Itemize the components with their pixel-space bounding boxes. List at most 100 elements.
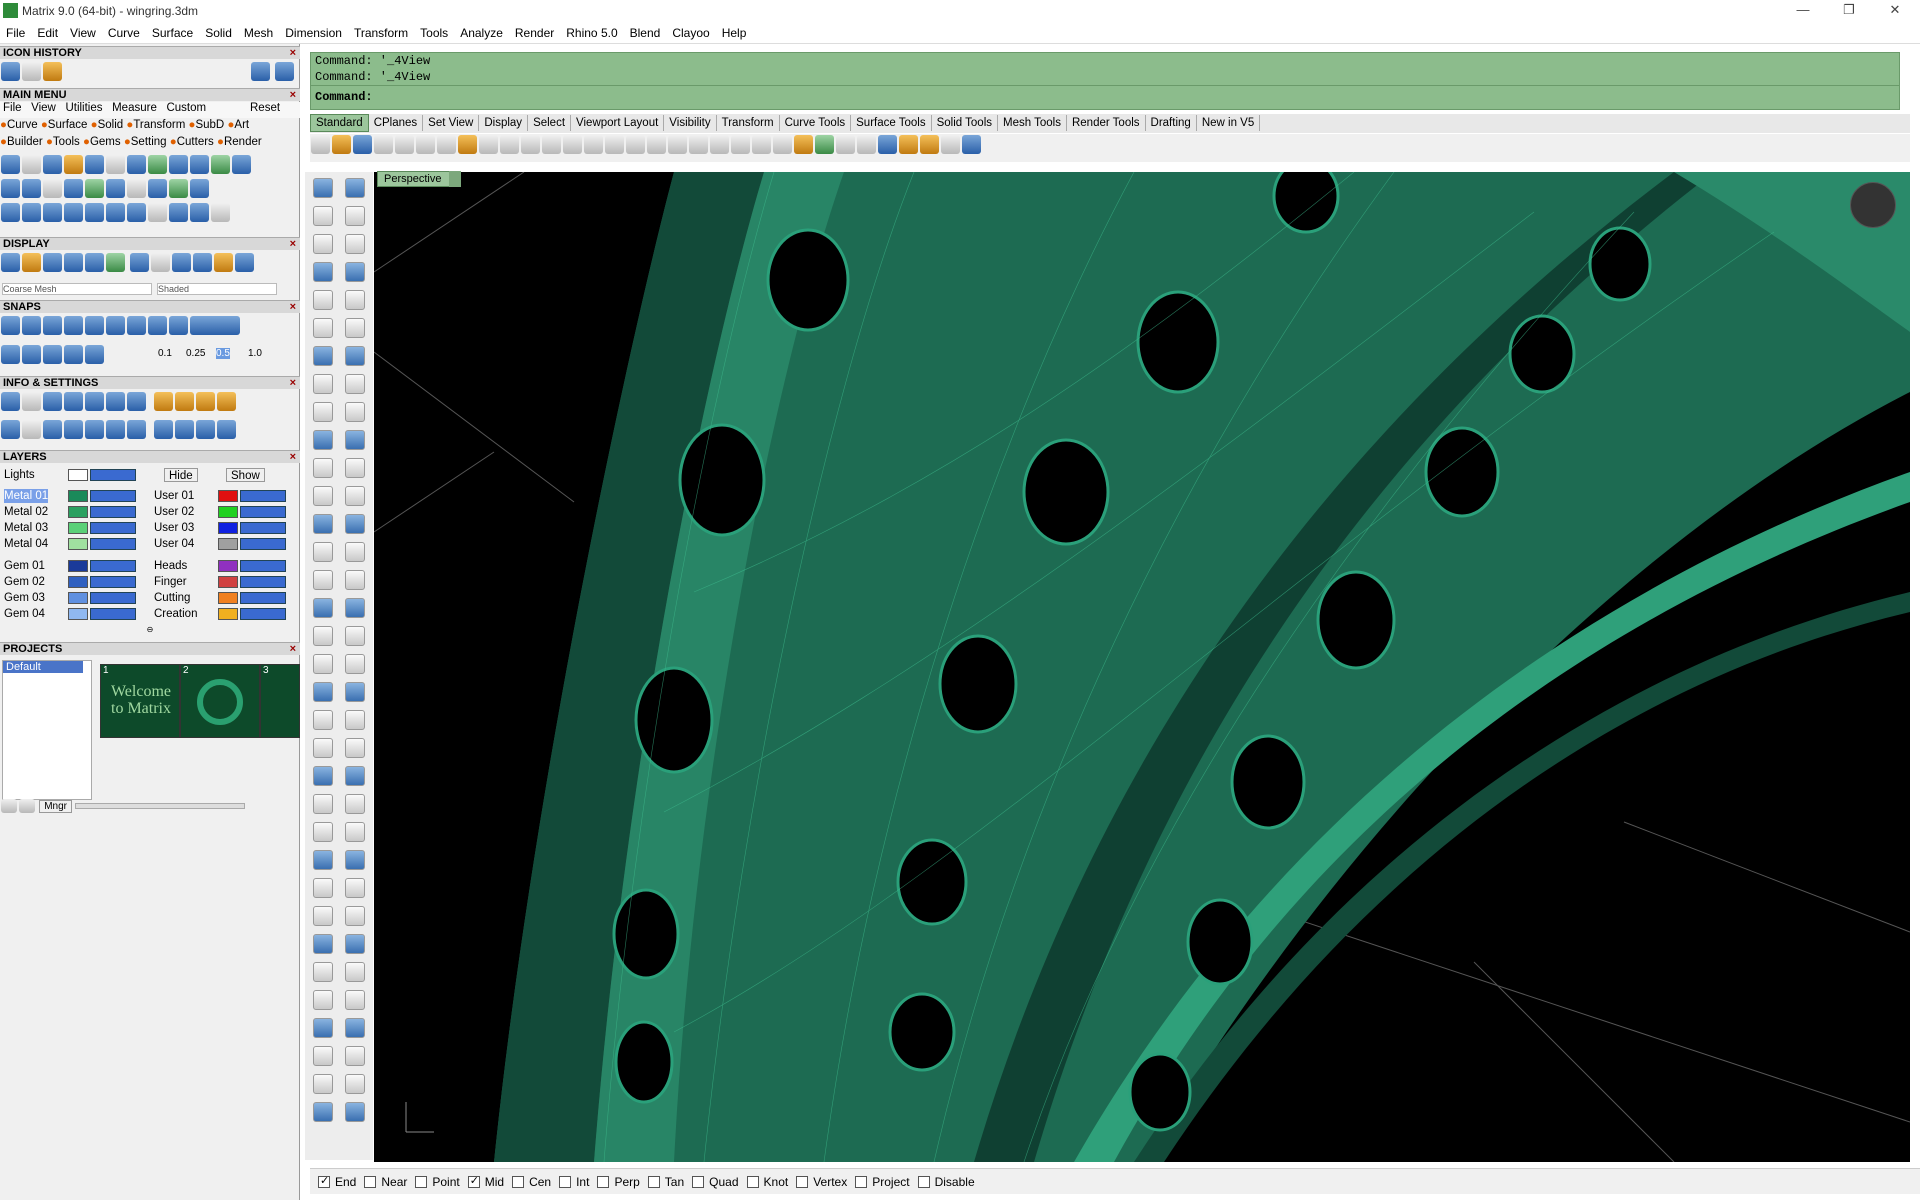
history-icon[interactable] xyxy=(22,62,41,81)
draw-tool-icon[interactable] xyxy=(313,262,333,282)
checkbox[interactable] xyxy=(746,1175,759,1188)
toolbar-tab[interactable]: Render Tools xyxy=(1067,115,1146,131)
close-icon[interactable]: × xyxy=(290,377,296,390)
close-icon[interactable]: × xyxy=(290,47,296,60)
checkbox[interactable] xyxy=(415,1175,428,1188)
menu-solid[interactable]: Solid xyxy=(199,22,238,40)
draw-tool-icon[interactable] xyxy=(345,878,365,898)
layer-toggles[interactable] xyxy=(90,592,136,604)
draw-tool-icon[interactable] xyxy=(345,262,365,282)
minimize-button[interactable]: — xyxy=(1780,0,1826,22)
show-button[interactable]: Show xyxy=(226,468,265,482)
layer-toggles[interactable] xyxy=(240,522,286,534)
menu-view[interactable]: View xyxy=(64,22,102,40)
manager-button[interactable]: Mngr xyxy=(39,799,72,813)
toolbar-tab[interactable]: Standard xyxy=(310,114,369,132)
close-icon[interactable]: × xyxy=(290,301,296,314)
layer-toggles[interactable] xyxy=(90,576,136,588)
draw-tool-icon[interactable] xyxy=(345,710,365,730)
mm-file[interactable]: File xyxy=(3,102,22,114)
mm-render[interactable]: Render xyxy=(224,136,262,148)
layer-toggles[interactable] xyxy=(240,576,286,588)
draw-tool-icon[interactable] xyxy=(313,766,333,786)
layer-color-swatch[interactable] xyxy=(218,576,238,588)
ring-navigator-icon[interactable] xyxy=(1850,182,1896,228)
menu-curve[interactable]: Curve xyxy=(102,22,146,40)
draw-tool-icon[interactable] xyxy=(345,682,365,702)
toolbar-tab[interactable]: New in V5 xyxy=(1197,115,1261,131)
lights-swatch[interactable] xyxy=(68,469,88,481)
draw-tool-icon[interactable] xyxy=(345,318,365,338)
layer-toggles[interactable] xyxy=(90,522,136,534)
layer-toggles[interactable] xyxy=(240,560,286,572)
close-icon[interactable]: × xyxy=(290,238,296,251)
draw-tool-icon[interactable] xyxy=(345,514,365,534)
command-prompt[interactable]: Command: xyxy=(311,85,1899,107)
close-icon[interactable]: × xyxy=(290,89,296,102)
snap-value[interactable]: 0.5 xyxy=(216,348,230,359)
menu-blend[interactable]: Blend xyxy=(624,22,667,40)
layer-name[interactable]: User 03 xyxy=(154,521,194,535)
draw-tool-icon[interactable] xyxy=(313,1018,333,1038)
draw-tool-icon[interactable] xyxy=(313,1102,333,1122)
draw-tool-icon[interactable] xyxy=(313,626,333,646)
draw-tool-icon[interactable] xyxy=(313,822,333,842)
layer-name[interactable]: User 02 xyxy=(154,505,194,519)
menu-analyze[interactable]: Analyze xyxy=(454,22,509,40)
forward-arrow-icon[interactable] xyxy=(275,62,294,81)
draw-tool-icon[interactable] xyxy=(313,682,333,702)
checkbox[interactable] xyxy=(318,1174,330,1188)
draw-tool-icon[interactable] xyxy=(345,178,365,198)
menu-clayoo[interactable]: Clayoo xyxy=(666,22,715,40)
draw-tool-icon[interactable] xyxy=(345,794,365,814)
draw-tool-icon[interactable] xyxy=(345,990,365,1010)
draw-tool-icon[interactable] xyxy=(313,430,333,450)
draw-tool-icon[interactable] xyxy=(313,1074,333,1094)
draw-tool-icon[interactable] xyxy=(313,234,333,254)
osnap-vertex[interactable]: Vertex xyxy=(796,1175,847,1189)
draw-tool-icon[interactable] xyxy=(345,374,365,394)
layer-name[interactable]: Gem 03 xyxy=(4,591,45,605)
viewport-menu-arrow-icon[interactable] xyxy=(449,171,461,187)
splitter-handle[interactable]: ⊖ xyxy=(0,625,300,634)
osnap-disable[interactable]: Disable xyxy=(917,1175,975,1189)
toolbar-tab[interactable]: Curve Tools xyxy=(780,115,852,131)
menu-tools[interactable]: Tools xyxy=(414,22,454,40)
toolbar-tab[interactable]: CPlanes xyxy=(369,115,424,131)
draw-tool-icon[interactable] xyxy=(313,710,333,730)
layer-toggles[interactable] xyxy=(90,538,136,550)
mm-art[interactable]: Art xyxy=(234,119,249,131)
layer-name[interactable]: Metal 02 xyxy=(4,505,48,519)
layer-toggles[interactable] xyxy=(240,538,286,550)
up-icon[interactable] xyxy=(19,799,35,813)
layer-color-swatch[interactable] xyxy=(68,538,88,550)
history-icon[interactable] xyxy=(1,62,20,81)
draw-tool-icon[interactable] xyxy=(313,654,333,674)
mm-cutters[interactable]: Cutters xyxy=(177,136,214,148)
draw-tool-icon[interactable] xyxy=(313,598,333,618)
toolbar-tab[interactable]: Display xyxy=(479,115,529,131)
toolbar-tab[interactable]: Set View xyxy=(423,115,480,131)
projects-scrollbar[interactable] xyxy=(75,803,246,809)
layer-color-swatch[interactable] xyxy=(68,490,88,502)
checkbox[interactable] xyxy=(692,1175,705,1188)
draw-tool-icon[interactable] xyxy=(345,626,365,646)
layer-toggles[interactable] xyxy=(240,490,286,502)
viewport-perspective[interactable] xyxy=(374,172,1910,1162)
layer-toggles[interactable] xyxy=(240,592,286,604)
layer-color-swatch[interactable] xyxy=(68,592,88,604)
layer-color-swatch[interactable] xyxy=(218,608,238,620)
draw-tool-icon[interactable] xyxy=(345,542,365,562)
layer-toggles[interactable] xyxy=(90,608,136,620)
layer-name[interactable]: Gem 02 xyxy=(4,575,45,589)
toolbar-tab[interactable]: Visibility xyxy=(664,115,717,131)
menu-render[interactable]: Render xyxy=(509,22,560,40)
draw-tool-icon[interactable] xyxy=(345,962,365,982)
mm-transform[interactable]: Transform xyxy=(133,119,185,131)
draw-tool-icon[interactable] xyxy=(345,402,365,422)
draw-tool-icon[interactable] xyxy=(313,542,333,562)
layer-toggles[interactable] xyxy=(90,560,136,572)
draw-tool-icon[interactable] xyxy=(313,934,333,954)
mm-view[interactable]: View xyxy=(31,102,56,114)
draw-tool-icon[interactable] xyxy=(345,234,365,254)
